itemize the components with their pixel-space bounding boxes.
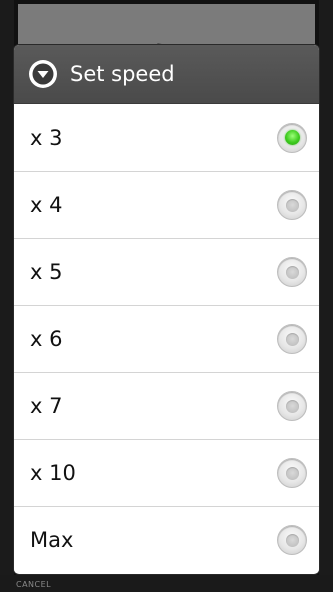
radio-indicator xyxy=(284,130,300,145)
radio-indicator xyxy=(285,332,299,346)
radio-button[interactable] xyxy=(277,525,307,555)
radio-button-checked[interactable] xyxy=(277,122,307,153)
option-label: x 7 xyxy=(30,394,63,418)
radio-indicator xyxy=(285,399,299,413)
background-cancel-button: CANCEL xyxy=(16,580,52,589)
speed-option-x10[interactable]: x 10 xyxy=(14,439,319,506)
radio-button[interactable] xyxy=(277,391,307,421)
background-left-panel xyxy=(0,0,14,592)
chevron-down-circle-icon xyxy=(28,59,58,89)
dialog-title: Set speed xyxy=(70,62,175,86)
radio-button[interactable] xyxy=(277,190,307,220)
speed-options-list: x 3 x 4 x 5 x 6 x 7 x 10 Max xyxy=(14,104,319,573)
radio-indicator xyxy=(285,265,299,279)
speed-option-x5[interactable]: x 5 xyxy=(14,238,319,305)
screen: CANCEL Set speed x 3 x 4 x 5 x 6 x 7 x 1… xyxy=(0,0,333,592)
speed-option-x6[interactable]: x 6 xyxy=(14,305,319,372)
speed-option-x4[interactable]: x 4 xyxy=(14,171,319,238)
radio-button[interactable] xyxy=(277,324,307,354)
radio-indicator xyxy=(285,533,299,547)
radio-button[interactable] xyxy=(277,257,307,287)
dialog-header: Set speed xyxy=(14,45,319,104)
option-label: x 5 xyxy=(30,260,63,284)
option-label: x 3 xyxy=(30,125,63,150)
speed-option-x3[interactable]: x 3 xyxy=(14,104,319,171)
option-label: Max xyxy=(30,528,74,552)
background-right-panel xyxy=(319,0,333,592)
radio-indicator xyxy=(285,198,299,212)
option-label: x 4 xyxy=(30,193,63,217)
radio-button[interactable] xyxy=(277,458,307,488)
radio-indicator xyxy=(285,466,299,480)
speed-option-max[interactable]: Max xyxy=(14,506,319,573)
option-label: x 10 xyxy=(30,461,76,485)
option-label: x 6 xyxy=(30,327,63,351)
set-speed-dialog: Set speed x 3 x 4 x 5 x 6 x 7 x 10 Max xyxy=(14,45,319,574)
speed-option-x7[interactable]: x 7 xyxy=(14,372,319,439)
